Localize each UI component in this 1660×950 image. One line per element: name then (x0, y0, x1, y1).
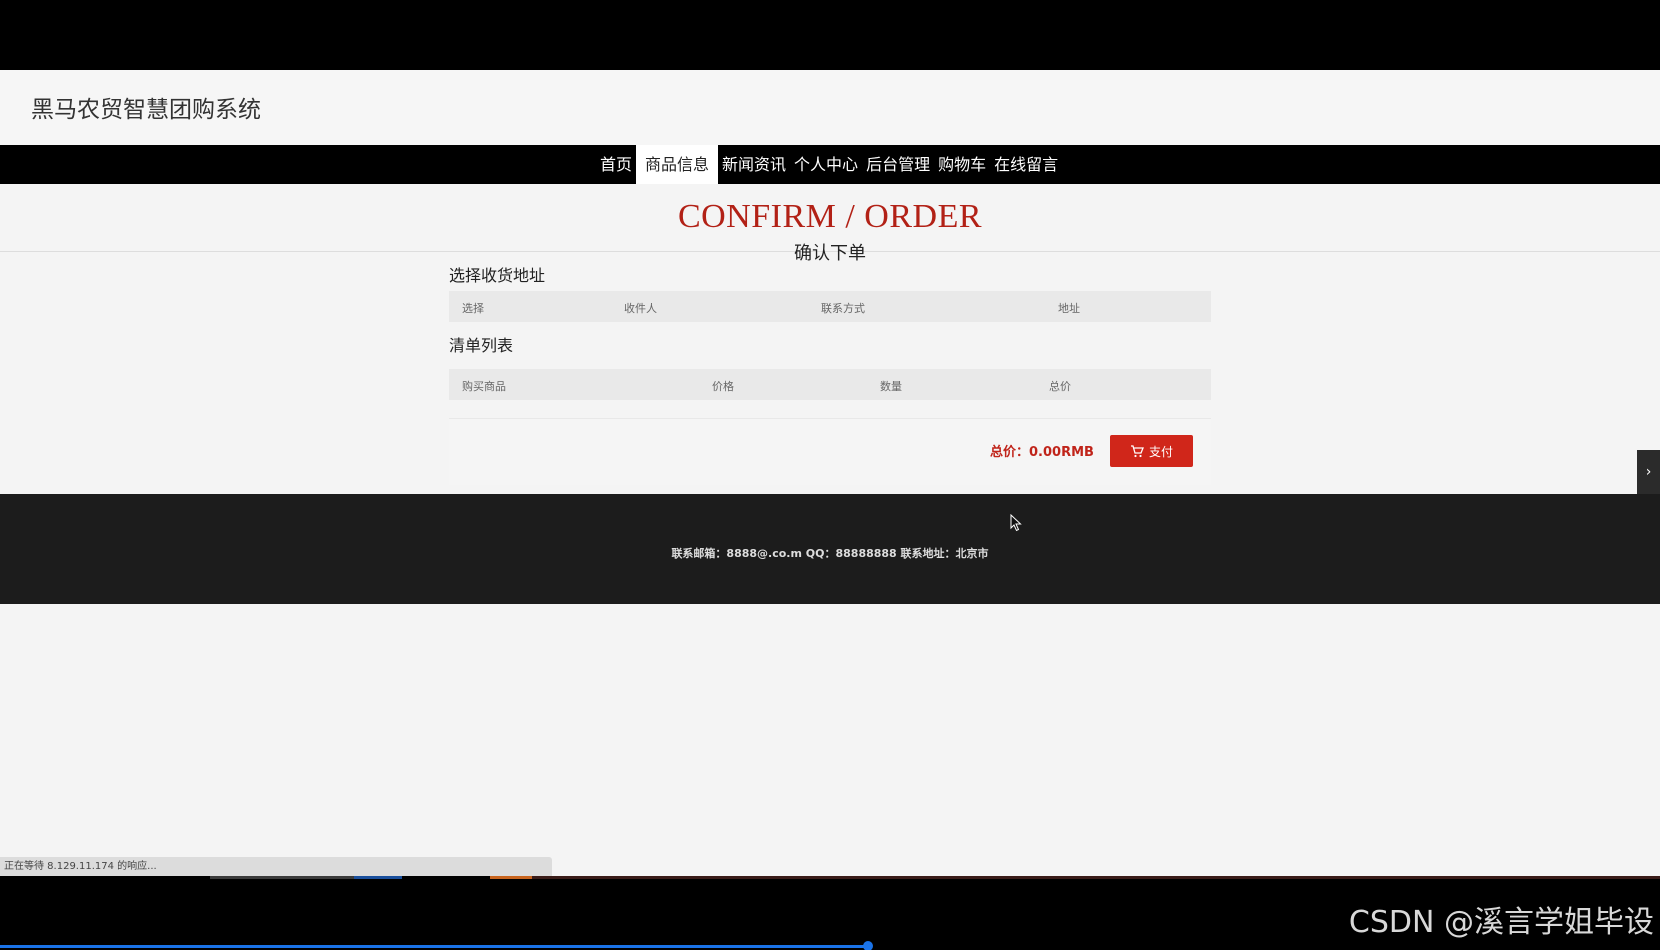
site-title[interactable]: 黑马农贸智慧团购系统 (31, 90, 261, 124)
address-col-address: 地址 (1058, 302, 1080, 315)
nav-items: 首页 商品信息 新闻资讯 个人中心 后台管理 购物车 在线留言 (596, 145, 1062, 184)
nav-item-home[interactable]: 首页 (596, 145, 636, 184)
main-navbar: 首页 商品信息 新闻资讯 个人中心 后台管理 购物车 在线留言 (0, 145, 1660, 184)
taskbar-segment (490, 876, 532, 879)
pay-button[interactable]: 支付 (1110, 435, 1193, 467)
mouse-cursor-icon (1010, 514, 1022, 532)
nav-item-personal-center[interactable]: 个人中心 (790, 145, 862, 184)
order-summary: 总价：0.00RMB 支付 (449, 418, 1211, 485)
nav-item-messages[interactable]: 在线留言 (990, 145, 1062, 184)
address-col-contact: 联系方式 (821, 302, 865, 315)
address-table-header: 选择 收件人 联系方式 地址 (449, 291, 1211, 322)
taskbar-segment (210, 876, 354, 879)
nav-item-cart[interactable]: 购物车 (934, 145, 990, 184)
nav-item-admin[interactable]: 后台管理 (862, 145, 934, 184)
order-col-quantity: 数量 (880, 380, 902, 393)
taskbar-segment (532, 876, 1660, 879)
screen: 黑马农贸智慧团购系统 首页 商品信息 新闻资讯 个人中心 后台管理 购物车 在线… (0, 0, 1660, 950)
footer-contact: 联系邮箱：8888@.co.m QQ：88888888 联系地址：北京市 (671, 547, 989, 560)
cart-icon (1130, 444, 1144, 457)
video-progress-bar[interactable] (0, 945, 868, 948)
nav-item-products[interactable]: 商品信息 (636, 145, 719, 184)
video-progress-handle[interactable] (863, 941, 873, 950)
side-panel-toggle[interactable]: › (1637, 450, 1660, 494)
page-banner: CONFIRM / ORDER 确认下单 (0, 184, 1660, 264)
page-subtitle: 确认下单 (794, 243, 866, 264)
order-col-price: 价格 (712, 380, 734, 393)
address-section-title: 选择收货地址 (449, 266, 546, 285)
browser-status-bar: 正在等待 8.129.11.174 的响应... (0, 857, 552, 876)
taskbar-segment (354, 876, 402, 879)
total-price: 总价：0.00RMB (990, 445, 1094, 460)
order-col-total: 总价 (1049, 380, 1071, 393)
nav-item-news[interactable]: 新闻资讯 (718, 145, 790, 184)
order-list-title: 清单列表 (449, 336, 514, 355)
pay-button-label: 支付 (1148, 444, 1173, 459)
site-footer: 联系邮箱：8888@.co.m QQ：88888888 联系地址：北京市 (0, 494, 1660, 604)
site-header: 黑马农贸智慧团购系统 (0, 70, 1660, 145)
address-col-recipient: 收件人 (624, 302, 657, 315)
order-col-product: 购买商品 (462, 380, 506, 393)
browser-page: 黑马农贸智慧团购系统 首页 商品信息 新闻资讯 个人中心 后台管理 购物车 在线… (0, 70, 1660, 876)
csdn-watermark: CSDN @溪言学姐毕设 (1348, 905, 1654, 940)
chevron-right-icon: › (1645, 464, 1652, 480)
order-table-header: 购买商品 价格 数量 总价 (449, 369, 1211, 400)
address-col-select: 选择 (462, 302, 484, 315)
page-title: CONFIRM / ORDER (677, 198, 983, 235)
